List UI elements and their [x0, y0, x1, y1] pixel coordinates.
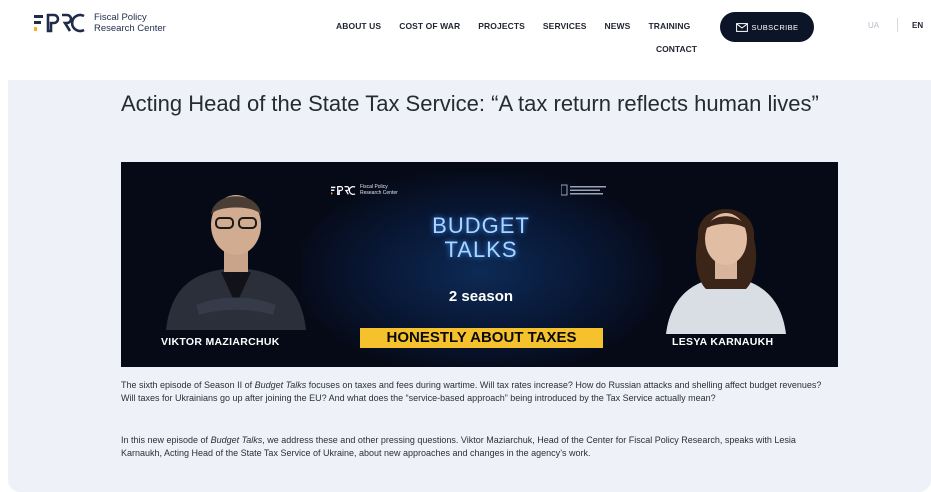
article-paragraph-1: The sixth episode of Season II of Budget… [121, 379, 833, 404]
lang-ua-link[interactable]: UA [868, 21, 879, 30]
logo-text-line2: Research Center [94, 23, 166, 34]
fprc-logo-icon [34, 13, 85, 33]
banner-left-name: VIKTOR MAZIARCHUK [161, 336, 280, 348]
subscribe-label: SUBSCRIBE [751, 22, 799, 32]
nav-contact[interactable]: CONTACT [656, 44, 697, 54]
site-logo[interactable]: Fiscal Policy Research Center [34, 12, 166, 34]
fprc-logo-icon [331, 185, 356, 195]
article-paragraph-2: In this new episode of Budget Talks, we … [121, 434, 833, 459]
nav-training[interactable]: TRAINING [648, 17, 690, 35]
viktor-portrait-image [166, 195, 306, 330]
budget-line1: BUDGET [432, 213, 530, 238]
logo-text-line1: Fiscal Policy [94, 12, 147, 23]
page: Fiscal Policy Research Center ABOUT US C… [0, 0, 931, 492]
p1-emphasis: Budget Talks [254, 380, 307, 390]
lang-divider [897, 18, 898, 32]
banner-right-name: LESYA KARNAUKH [672, 336, 774, 348]
banner-budget-talks: BUDGET TALKS [381, 214, 581, 262]
p2-text-a: In this new episode of [121, 435, 211, 445]
budget-line2: TALKS [444, 237, 518, 262]
partner-logo-icon [561, 184, 606, 196]
logo-text: Fiscal Policy Research Center [94, 12, 166, 34]
banner-logo-text: Fiscal Policy Research Center [360, 184, 398, 196]
nav-services[interactable]: SERVICES [543, 17, 587, 35]
envelope-icon [735, 22, 748, 32]
lesya-portrait-image [666, 209, 786, 334]
main-nav: ABOUT US COST OF WAR PROJECTS SERVICES N… [336, 17, 716, 35]
nav-about-us[interactable]: ABOUT US [336, 17, 381, 35]
banner-logo-line2: Research Center [360, 190, 398, 196]
p2-emphasis: Budget Talks [210, 435, 263, 445]
article-banner-image: Fiscal Policy Research Center BUDGET TAL… [121, 162, 838, 367]
subscribe-button[interactable]: SUBSCRIBE [720, 12, 814, 42]
nav-cost-of-war[interactable]: COST OF WAR [399, 17, 460, 35]
lang-en-link[interactable]: EN [912, 21, 923, 30]
banner-logo: Fiscal Policy Research Center [331, 184, 398, 196]
banner-season: 2 season [448, 288, 514, 305]
article-title: Acting Head of the State Tax Service: “A… [121, 91, 819, 116]
nav-news[interactable]: NEWS [605, 17, 631, 35]
p1-text-a: The sixth episode of Season II of [121, 380, 255, 390]
nav-projects[interactable]: PROJECTS [478, 17, 525, 35]
banner-tagline: HONESTLY ABOUT TAXES [360, 328, 603, 348]
site-header: Fiscal Policy Research Center ABOUT US C… [0, 0, 931, 80]
